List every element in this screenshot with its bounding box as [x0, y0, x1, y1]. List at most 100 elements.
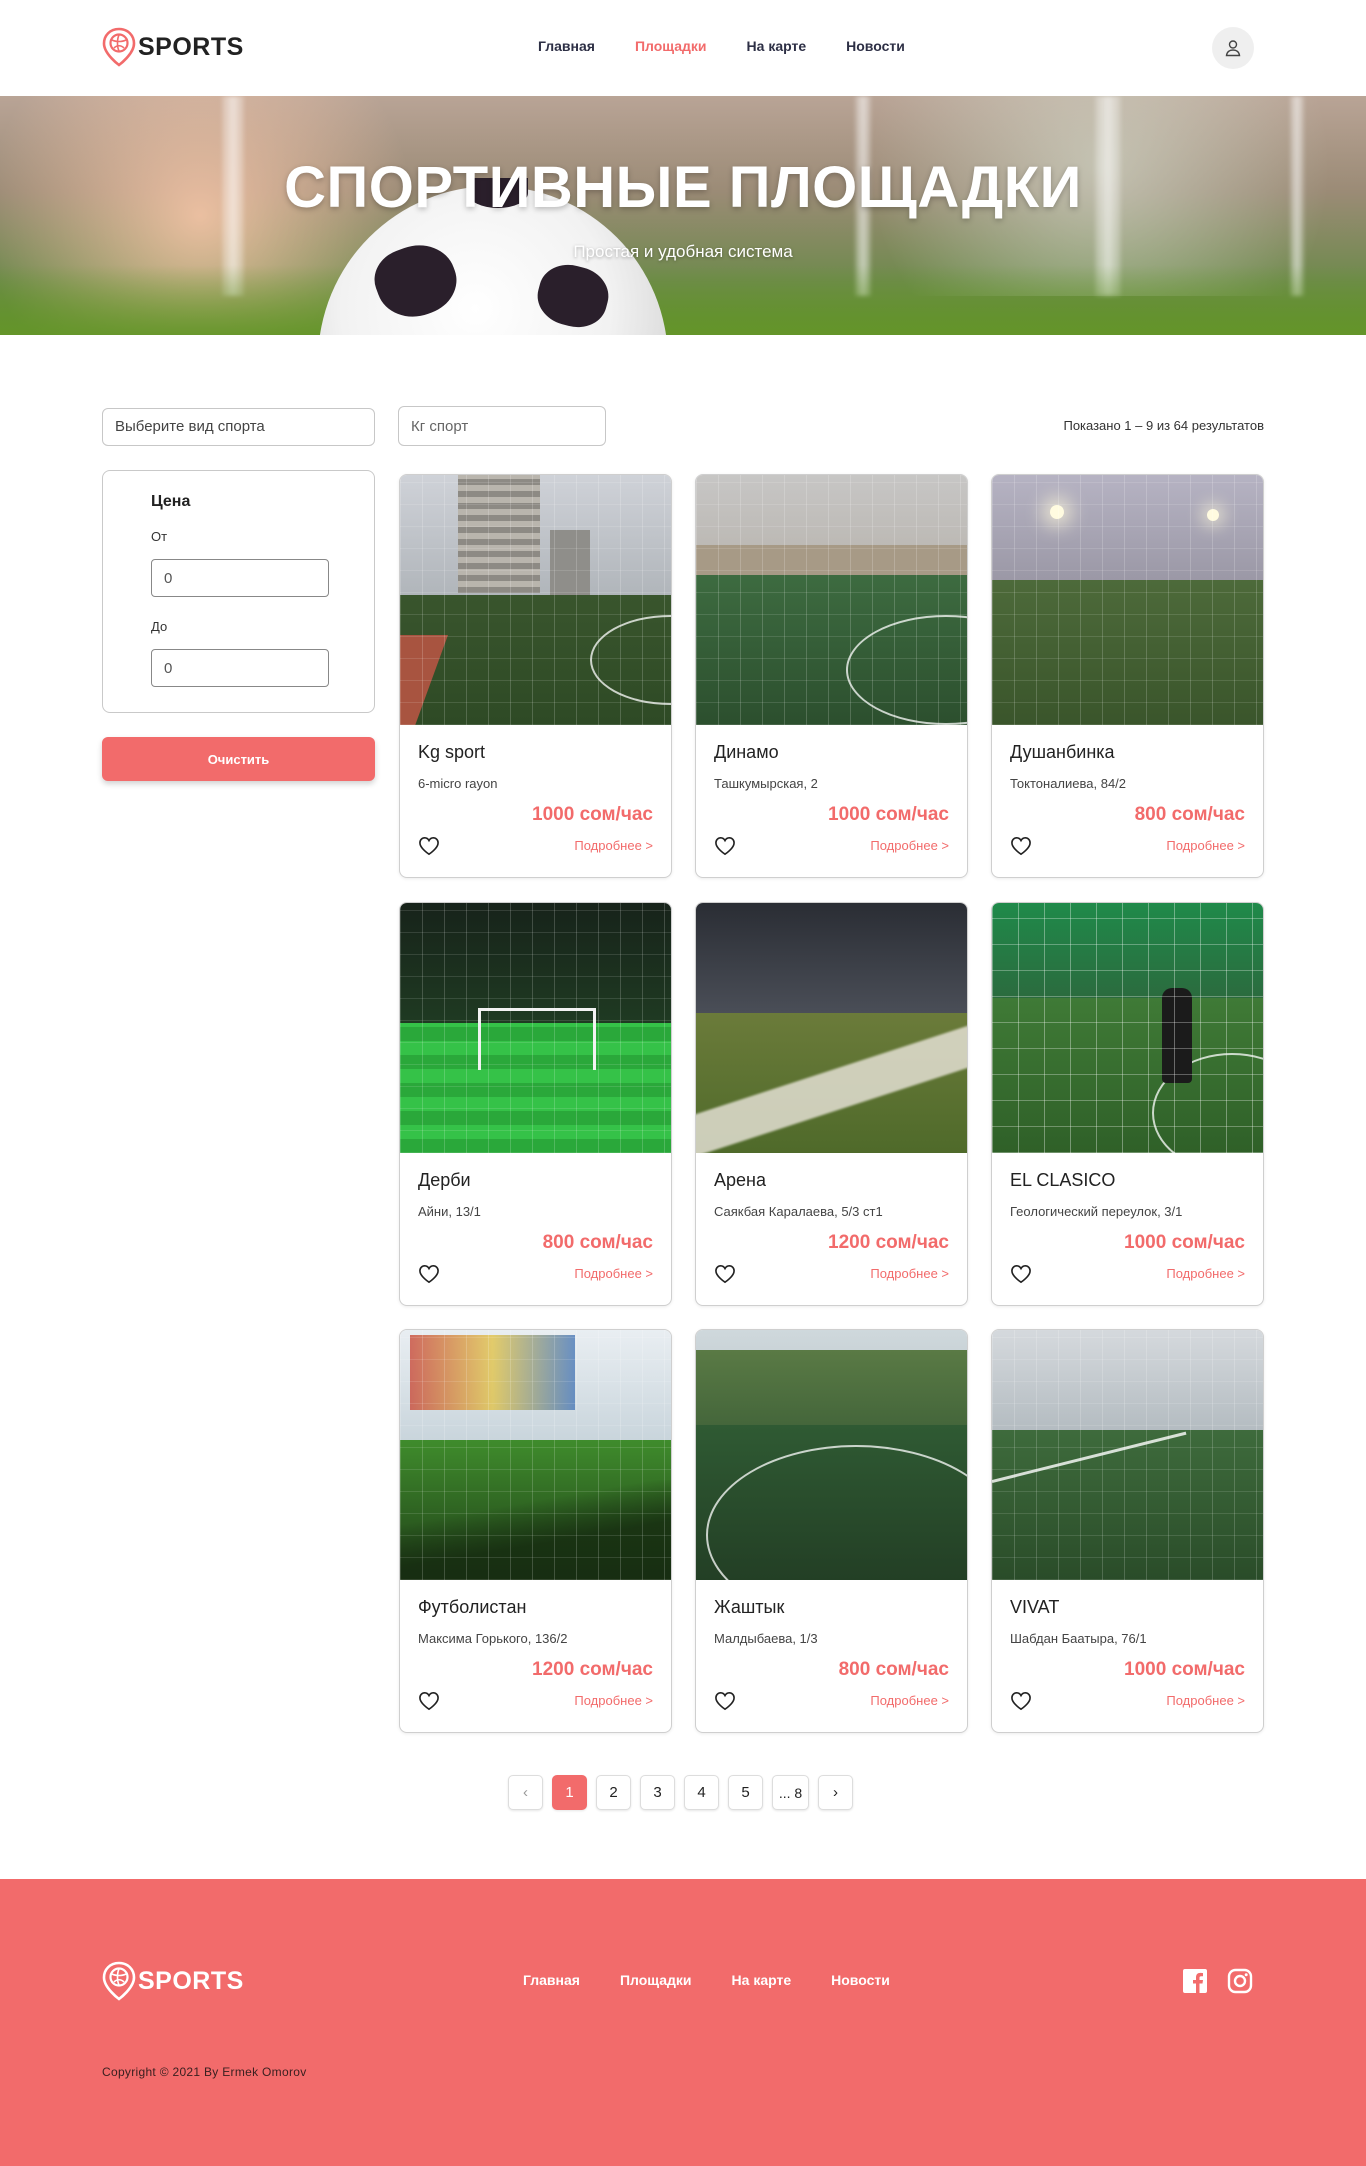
footer-nav-venues[interactable]: Площадки — [620, 1972, 692, 1988]
heart-icon[interactable] — [1010, 836, 1032, 856]
venue-photo — [992, 1330, 1263, 1580]
venue-card[interactable]: Kg sport 6-micro rayon 1000 сом/час Подр… — [399, 474, 672, 878]
footer-nav-news[interactable]: Новости — [831, 1972, 890, 1988]
venue-name: Душанбинка — [1010, 742, 1115, 762]
nav-item-map[interactable]: На карте — [747, 38, 807, 54]
heart-icon[interactable] — [418, 836, 440, 856]
heart-icon[interactable] — [714, 836, 736, 856]
venue-search-input[interactable] — [398, 406, 606, 446]
venue-name: VIVAT — [1010, 1597, 1060, 1617]
heart-icon[interactable] — [418, 1264, 440, 1284]
venue-card[interactable]: Динамо Ташкумырская, 2 1000 сом/час Подр… — [695, 474, 968, 878]
venue-details-link[interactable]: Подробнее > — [870, 1266, 949, 1281]
price-to-input[interactable] — [151, 649, 329, 687]
price-from-input[interactable] — [151, 559, 329, 597]
venue-details-link[interactable]: Подробнее > — [1166, 838, 1245, 853]
heart-icon[interactable] — [1010, 1264, 1032, 1284]
venue-price: 1000 сом/час — [828, 804, 949, 825]
footer-logo-text: SPORTS — [138, 1966, 244, 1995]
venue-photo — [400, 903, 671, 1153]
venue-photo — [696, 903, 967, 1153]
nav-item-home[interactable]: Главная — [538, 38, 595, 54]
venue-details-link[interactable]: Подробнее > — [574, 1266, 653, 1281]
hero-subtitle: Простая и удобная система — [573, 242, 793, 261]
venue-address: Айни, 13/1 — [418, 1204, 481, 1219]
venue-card[interactable]: EL CLASICO Геологический переулок, 3/1 1… — [991, 902, 1264, 1306]
venue-card[interactable]: Душанбинка Токтоналиева, 84/2 800 сом/ча… — [991, 474, 1264, 878]
footer-nav: Главная Площадки На карте Новости — [523, 1972, 890, 1988]
venue-details-link[interactable]: Подробнее > — [1166, 1266, 1245, 1281]
nav-item-venues[interactable]: Площадки — [635, 38, 707, 54]
venue-price: 800 сом/час — [1134, 804, 1245, 825]
instagram-icon[interactable] — [1227, 1968, 1253, 1994]
logo[interactable]: SPORTS — [102, 27, 244, 67]
venue-details-link[interactable]: Подробнее > — [870, 838, 949, 853]
heart-icon[interactable] — [714, 1264, 736, 1284]
user-account-button[interactable] — [1212, 27, 1254, 69]
footer-nav-map[interactable]: На карте — [732, 1972, 792, 1988]
venue-card[interactable]: Арена Саякбая Каралаева, 5/3 ст1 1200 со… — [695, 902, 968, 1306]
venue-price: 1200 сом/час — [532, 1659, 653, 1680]
venue-address: Токтоналиева, 84/2 — [1010, 776, 1127, 791]
venue-card[interactable]: Жаштык Малдыбаева, 1/3 800 сом/час Подро… — [695, 1329, 968, 1733]
venue-photo — [696, 475, 967, 725]
venue-card[interactable]: VIVAT Шабдан Баатыра, 76/1 1000 сом/час … — [991, 1329, 1264, 1733]
venue-name: Дерби — [418, 1170, 471, 1190]
venue-details-link[interactable]: Подробнее > — [574, 838, 653, 853]
venue-photo — [992, 475, 1263, 725]
price-filter-panel: Цена От До — [102, 470, 375, 713]
heart-icon[interactable] — [1010, 1691, 1032, 1711]
venue-photo — [696, 1330, 967, 1580]
hero-title: СПОРТИВНЫЕ ПЛОЩАДКИ — [284, 155, 1082, 220]
venue-address: 6-micro rayon — [418, 776, 498, 791]
venue-details-link[interactable]: Подробнее > — [574, 1693, 653, 1708]
venue-details-link[interactable]: Подробнее > — [870, 1693, 949, 1708]
pagination: ‹ 1 2 3 4 5 ... 8 › — [508, 1775, 853, 1810]
venue-card[interactable]: Футболистан Максима Горького, 136/2 1200… — [399, 1329, 672, 1733]
venue-address: Ташкумырская, 2 — [714, 776, 818, 791]
price-to-label: До — [151, 619, 168, 634]
page-button-5[interactable]: 5 — [728, 1775, 763, 1810]
site-header: SPORTS Главная Площадки На карте Новости — [0, 0, 1366, 96]
next-page-button[interactable]: › — [818, 1775, 853, 1810]
venue-price: 1200 сом/час — [828, 1232, 949, 1253]
main-nav: Главная Площадки На карте Новости — [538, 38, 905, 54]
page-button-4[interactable]: 4 — [684, 1775, 719, 1810]
heart-icon[interactable] — [418, 1691, 440, 1711]
page-button-1[interactable]: 1 — [552, 1775, 587, 1810]
venue-address: Саякбая Каралаева, 5/3 ст1 — [714, 1204, 883, 1219]
price-from-label: От — [151, 529, 168, 544]
footer-nav-home[interactable]: Главная — [523, 1972, 580, 1988]
venue-price: 800 сом/час — [542, 1232, 653, 1253]
venue-name: Динамо — [714, 742, 779, 762]
clear-filters-button[interactable]: Очистить — [102, 737, 375, 781]
facebook-icon[interactable] — [1182, 1968, 1208, 1994]
venue-card[interactable]: Дерби Айни, 13/1 800 сом/час Подробнее > — [399, 902, 672, 1306]
location-pin-ball-icon — [102, 1961, 136, 2001]
venue-name: Арена — [714, 1170, 766, 1190]
venue-photo — [400, 475, 671, 725]
venue-price: 1000 сом/час — [532, 804, 653, 825]
venue-details-link[interactable]: Подробнее > — [1166, 1693, 1245, 1708]
venue-address: Малдыбаева, 1/3 — [714, 1631, 818, 1646]
page-button-2[interactable]: 2 — [596, 1775, 631, 1810]
venue-address: Максима Горького, 136/2 — [418, 1631, 568, 1646]
venue-name: Жаштык — [714, 1597, 785, 1617]
user-icon — [1225, 40, 1241, 57]
prev-page-button[interactable]: ‹ — [508, 1775, 543, 1810]
copyright-text: Copyright © 2021 By Ermek Omorov — [102, 2065, 307, 2079]
venue-address: Геологический переулок, 3/1 — [1010, 1204, 1183, 1219]
venue-address: Шабдан Баатыра, 76/1 — [1010, 1631, 1147, 1646]
nav-item-news[interactable]: Новости — [846, 38, 905, 54]
page-button-last[interactable]: ... 8 — [772, 1775, 809, 1810]
hero-banner: СПОРТИВНЫЕ ПЛОЩАДКИ Простая и удобная си… — [0, 96, 1366, 335]
heart-icon[interactable] — [714, 1691, 736, 1711]
venue-price: 800 сом/час — [838, 1659, 949, 1680]
site-footer: SPORTS Главная Площадки На карте Новости… — [0, 1879, 1366, 2166]
venue-price: 1000 сом/час — [1124, 1232, 1245, 1253]
footer-logo[interactable]: SPORTS — [102, 1961, 244, 2001]
sport-type-select[interactable]: Выберите вид спорта — [102, 408, 375, 446]
venue-photo — [400, 1330, 671, 1580]
venue-name: Kg sport — [418, 742, 486, 762]
page-button-3[interactable]: 3 — [640, 1775, 675, 1810]
